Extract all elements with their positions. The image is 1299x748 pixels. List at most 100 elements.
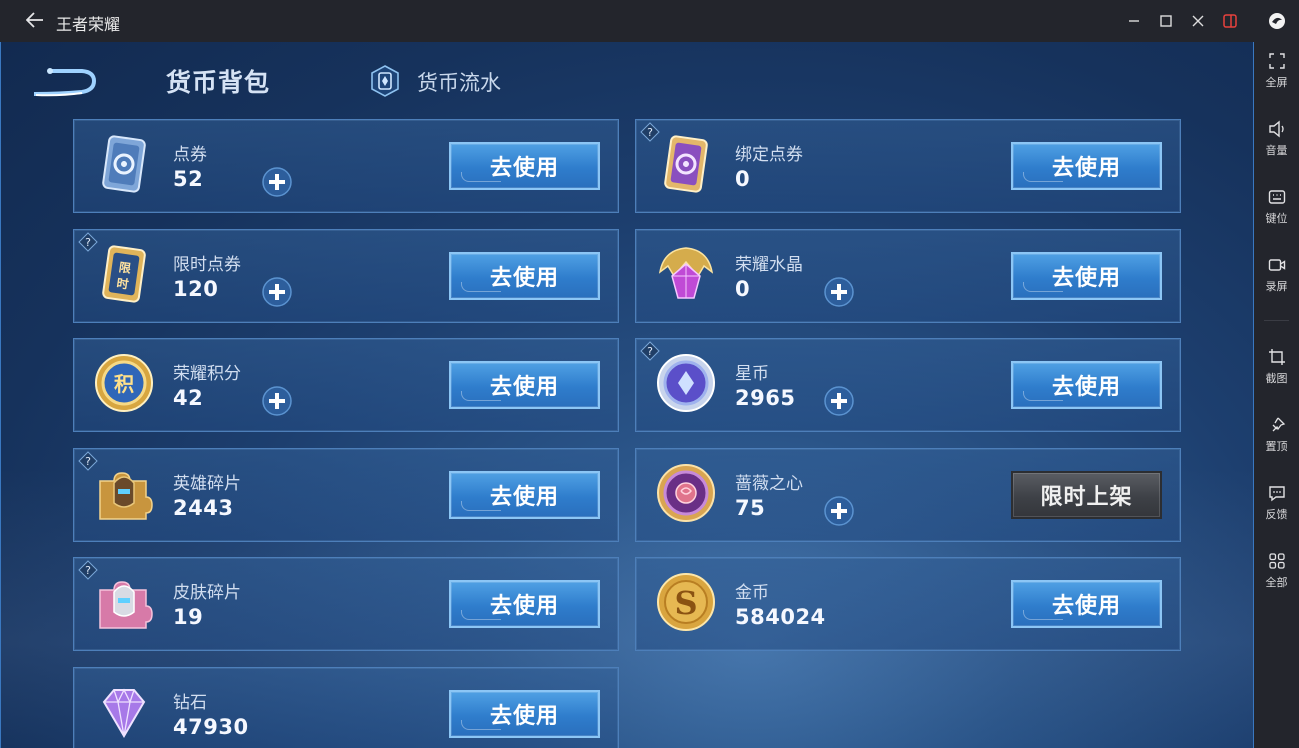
currency-name: 金币 — [735, 583, 769, 603]
sidebar-label: 全部 — [1265, 576, 1288, 589]
use-button[interactable]: 去使用 — [449, 142, 600, 190]
add-plus-icon[interactable] — [260, 384, 294, 418]
currency-name: 荣耀积分 — [173, 364, 241, 384]
add-plus-icon[interactable] — [822, 275, 856, 309]
diamond-icon — [102, 688, 146, 738]
currency-card: 点券 52 去使用 — [73, 119, 619, 213]
currency-name: 蔷薇之心 — [735, 474, 803, 494]
sidebar-toggle-icon[interactable] — [1219, 10, 1241, 32]
emulator-sidebar: 全屏 音量 键位 录屏 截图 置顶 反馈 全部 — [1254, 42, 1299, 748]
svg-text:?: ? — [85, 455, 91, 468]
crop-icon — [1268, 349, 1285, 365]
currency-card: ? 星币 2965 去使用 — [635, 338, 1181, 432]
currency-value: 42 — [173, 386, 204, 410]
rose-heart-icon — [657, 464, 715, 522]
svg-text:时: 时 — [116, 275, 130, 292]
currency-name: 限时点券 — [173, 255, 241, 275]
all-tools-button[interactable]: 全部 — [1254, 552, 1299, 608]
maximize-icon[interactable] — [1155, 10, 1177, 32]
currency-card: 蔷薇之心 75 限时上架 — [635, 448, 1181, 542]
use-button[interactable]: 去使用 — [449, 690, 600, 738]
svg-text:?: ? — [647, 126, 653, 139]
sidebar-label: 全屏 — [1265, 76, 1288, 89]
app-logo-icon — [1254, 0, 1299, 42]
currency-value: 584024 — [735, 605, 826, 629]
currency-name: 星币 — [735, 364, 769, 384]
currency-card: ? 英雄碎片 2443 去使用 — [73, 448, 619, 542]
fullscreen-icon — [1268, 53, 1285, 69]
currency-name: 钻石 — [173, 693, 207, 713]
volume-icon — [1268, 120, 1284, 138]
pin-top-button[interactable]: 置顶 — [1254, 416, 1299, 472]
currency-value: 120 — [173, 277, 219, 301]
ticket-blue-icon — [102, 135, 146, 193]
use-button[interactable]: 去使用 — [449, 580, 600, 628]
keyboard-icon — [1268, 190, 1285, 204]
grid-icon — [1268, 553, 1285, 569]
use-button[interactable]: 去使用 — [1011, 580, 1162, 628]
currency-flow-link[interactable]: 货币流水 — [417, 67, 501, 97]
screenshot-button[interactable]: 截图 — [1254, 348, 1299, 404]
svg-text:S: S — [674, 584, 697, 622]
add-plus-icon[interactable] — [822, 494, 856, 528]
currency-value: 0 — [735, 167, 751, 191]
minimize-icon[interactable] — [1123, 10, 1145, 32]
sidebar-divider — [1264, 320, 1289, 321]
limited-offer-button[interactable]: 限时上架 — [1011, 471, 1162, 519]
use-button[interactable]: 去使用 — [449, 471, 600, 519]
currency-card: 钻石 47930 去使用 — [73, 667, 619, 748]
currency-card: S 金币 584024 去使用 — [635, 557, 1181, 651]
add-plus-icon[interactable] — [260, 275, 294, 309]
keymap-button[interactable]: 键位 — [1254, 188, 1299, 244]
game-back-button[interactable] — [30, 64, 97, 100]
window-title: 王者荣耀 — [56, 15, 121, 34]
pin-icon — [1272, 417, 1285, 432]
glory-crystal-icon — [658, 247, 714, 299]
use-button[interactable]: 去使用 — [449, 252, 600, 300]
window-titlebar: 王者荣耀 — [0, 0, 1299, 42]
currency-name: 荣耀水晶 — [735, 255, 803, 275]
svg-text:积: 积 — [114, 372, 134, 396]
add-plus-icon[interactable] — [822, 384, 856, 418]
sidebar-label: 置顶 — [1265, 440, 1288, 453]
page-title: 货币背包 — [166, 68, 271, 97]
currency-value: 52 — [173, 167, 204, 191]
currency-card: ? 绑定点券 0 去使用 — [635, 119, 1181, 213]
sidebar-label: 录屏 — [1265, 280, 1288, 293]
fullscreen-button[interactable]: 全屏 — [1254, 52, 1299, 108]
currency-value: 75 — [735, 496, 766, 520]
glory-points-icon: 积 — [95, 354, 153, 412]
sidebar-label: 音量 — [1265, 144, 1288, 157]
currency-value: 19 — [173, 605, 204, 629]
ticket-purple-icon — [664, 135, 708, 193]
currency-flow-icon[interactable] — [370, 64, 400, 98]
feedback-button[interactable]: 反馈 — [1254, 484, 1299, 540]
sidebar-label: 截图 — [1265, 372, 1288, 385]
currency-name: 皮肤碎片 — [173, 583, 241, 603]
currency-card: ? 限 时 限时点券 120 去使用 — [73, 229, 619, 323]
use-button[interactable]: 去使用 — [1011, 252, 1162, 300]
gold-coin-icon: S — [657, 573, 715, 631]
game-viewport: 货币背包 货币流水 点券 52 去使用 ? 限 时 限时点券 120 去使用 积… — [0, 42, 1254, 748]
record-icon — [1268, 259, 1285, 271]
skin-fragment-icon — [99, 581, 153, 629]
record-button[interactable]: 录屏 — [1254, 256, 1299, 312]
currency-card: 积 荣耀积分 42 去使用 — [73, 338, 619, 432]
currency-value: 2965 — [735, 386, 796, 410]
currency-card: 荣耀水晶 0 去使用 — [635, 229, 1181, 323]
use-button[interactable]: 去使用 — [1011, 142, 1162, 190]
svg-text:限: 限 — [118, 259, 132, 276]
svg-text:?: ? — [647, 345, 653, 358]
limited-ticket-icon: 限 时 — [102, 245, 146, 303]
use-button[interactable]: 去使用 — [449, 361, 600, 409]
star-coin-icon — [657, 354, 715, 412]
close-icon[interactable] — [1187, 10, 1209, 32]
svg-text:?: ? — [85, 564, 91, 577]
use-button[interactable]: 去使用 — [1011, 361, 1162, 409]
back-arrow-icon[interactable] — [24, 9, 46, 31]
currency-name: 英雄碎片 — [173, 474, 241, 494]
add-plus-icon[interactable] — [260, 165, 294, 199]
hero-fragment-icon — [99, 472, 153, 520]
volume-button[interactable]: 音量 — [1254, 120, 1299, 176]
sidebar-label: 反馈 — [1265, 508, 1288, 521]
